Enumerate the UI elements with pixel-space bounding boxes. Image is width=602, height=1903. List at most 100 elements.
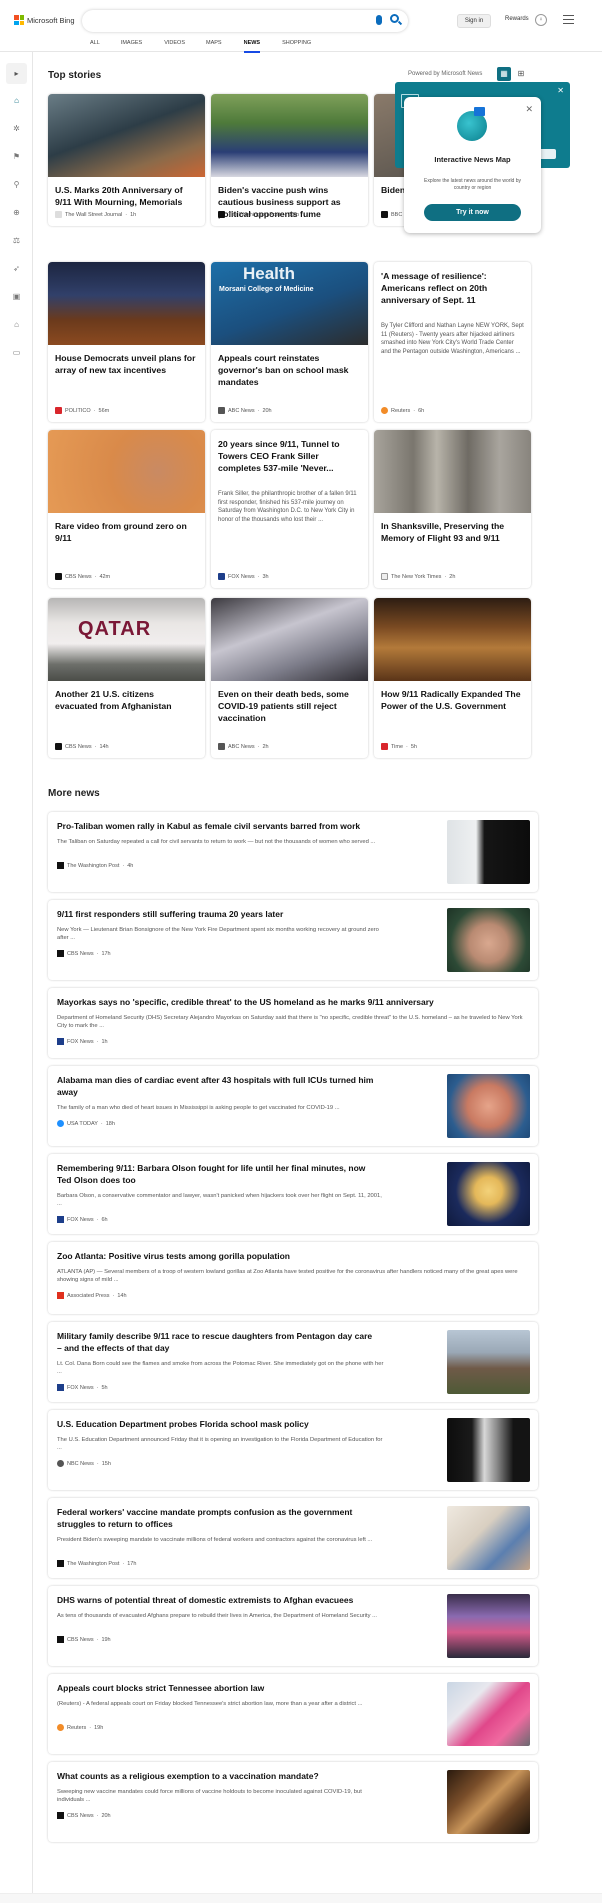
story-headline[interactable]: Even on their death beds, some COVID-19 … [218,688,361,724]
story-card[interactable]: How 9/11 Radically Expanded The Power of… [374,598,531,758]
tab-shopping[interactable]: SHOPPING [282,40,311,52]
news-item[interactable]: 9/11 first responders still suffering tr… [48,900,538,980]
search-input[interactable] [82,10,408,32]
tab-images[interactable]: IMAGES [121,40,142,52]
search-icon[interactable] [390,14,399,23]
news-headline[interactable]: Alabama man dies of cardiac event after … [57,1074,377,1098]
source-logo-icon [57,1460,64,1467]
tab-maps[interactable]: MAPS [206,40,222,52]
news-item[interactable]: Federal workers' vaccine mandate prompts… [48,1498,538,1578]
news-thumbnail[interactable] [447,1162,530,1226]
rewards-link[interactable]: Rewards [505,16,529,22]
news-thumbnail[interactable] [447,1682,530,1746]
story-headline[interactable]: Rare video from ground zero on 9/11 [55,520,198,544]
news-thumbnail[interactable] [447,1330,530,1394]
tab-videos[interactable]: VIDEOS [164,40,185,52]
powered-by-label: Powered by Microsoft News [408,71,483,77]
section-title-more-news: More news [48,788,100,799]
news-headline[interactable]: Mayorkas says no 'specific, credible thr… [57,996,527,1008]
source-logo-icon [218,743,225,750]
story-card[interactable]: 'A message of resilience': Americans ref… [374,262,531,422]
flag-icon[interactable]: ⚑ [12,152,21,161]
menu-icon[interactable] [563,15,574,24]
story-card[interactable]: 20 years since 9/11, Tunnel to Towers CE… [211,430,368,588]
story-headline[interactable]: In Shanksville, Preserving the Memory of… [381,520,524,544]
home-icon[interactable]: ⌂ [12,96,21,105]
story-headline[interactable]: U.S. Marks 20th Anniversary of 9/11 With… [55,184,198,208]
story-card[interactable]: House Democrats unveil plans for array o… [48,262,205,422]
news-headline[interactable]: Zoo Atlanta: Positive virus tests among … [57,1250,527,1262]
story-card[interactable]: Health Morsani College of Medicine Appea… [211,262,368,422]
grid-view-icon[interactable]: ▦ [497,67,511,81]
story-source: POLITICO · 56m [55,407,109,414]
bing-logo[interactable]: Microsoft Bing [14,15,75,25]
news-source: USA TODAY · 18h [57,1120,115,1127]
news-thumbnail[interactable] [447,1594,530,1658]
story-headline[interactable]: Another 21 U.S. citizens evacuated from … [55,688,198,712]
news-headline[interactable]: Remembering 9/11: Barbara Olson fought f… [57,1162,377,1186]
story-headline[interactable]: House Democrats unveil plans for array o… [55,352,198,376]
news-thumbnail[interactable] [447,1770,530,1834]
story-image: QATAR [48,598,205,681]
story-headline[interactable]: Appeals court reinstates governor's ban … [218,352,361,388]
news-item[interactable]: Pro-Taliban women rally in Kabul as fema… [48,812,538,892]
story-source: CBS News · 42m [55,573,110,580]
news-item[interactable]: Remembering 9/11: Barbara Olson fought f… [48,1154,538,1234]
news-headline[interactable]: Military family describe 9/11 race to re… [57,1330,377,1354]
entertainment-icon[interactable]: ▣ [12,292,21,301]
news-item[interactable]: What counts as a religious exemption to … [48,1762,538,1842]
news-item[interactable]: DHS warns of potential threat of domesti… [48,1586,538,1666]
expand-rail-icon[interactable]: ▸ [6,63,27,84]
signin-button[interactable]: Sign in [457,14,491,28]
news-thumbnail[interactable] [447,820,530,884]
story-source: FOX News · 3h [218,573,269,580]
news-item[interactable]: Mayorkas says no 'specific, credible thr… [48,988,538,1058]
story-card[interactable]: In Shanksville, Preserving the Memory of… [374,430,531,588]
news-item[interactable]: U.S. Education Department probes Florida… [48,1410,538,1490]
story-card[interactable]: U.S. Marks 20th Anniversary of 9/11 With… [48,94,205,226]
news-item[interactable]: Military family describe 9/11 race to re… [48,1322,538,1402]
story-card[interactable]: Even on their death beds, some COVID-19 … [211,598,368,758]
politics-icon[interactable]: ⚖ [12,236,21,245]
story-card[interactable]: Biden's vaccine push wins cautious busin… [211,94,368,226]
close-icon[interactable]: ✕ [525,104,533,115]
news-source: The Washington Post · 17h [57,1560,136,1567]
header: Microsoft Bing Sign in Rewards ♀ ALL IMA… [0,0,602,53]
coronavirus-icon[interactable]: ✲ [12,124,21,133]
news-thumbnail[interactable] [447,1506,530,1570]
news-item[interactable]: Alabama man dies of cardiac event after … [48,1066,538,1146]
news-headline[interactable]: What counts as a religious exemption to … [57,1770,377,1782]
bank-icon[interactable]: ⌂ [12,320,21,329]
news-thumbnail[interactable] [447,1074,530,1138]
news-item[interactable]: Appeals court blocks strict Tennessee ab… [48,1674,538,1754]
story-source: ABC News · 20h [218,407,272,414]
try-it-now-button[interactable]: Try it now [424,204,521,221]
map-view-icon[interactable]: ⊞ [514,67,528,81]
tab-news[interactable]: NEWS [243,40,260,53]
story-card[interactable]: QATAR Another 21 U.S. citizens evacuated… [48,598,205,758]
story-headline[interactable]: How 9/11 Radically Expanded The Power of… [381,688,524,712]
news-headline[interactable]: U.S. Education Department probes Florida… [57,1418,377,1430]
news-headline[interactable]: Federal workers' vaccine mandate prompts… [57,1506,377,1530]
story-card[interactable]: Rare video from ground zero on 9/11 CBS … [48,430,205,588]
news-headline[interactable]: DHS warns of potential threat of domesti… [57,1594,377,1606]
story-headline[interactable]: 'A message of resilience': Americans ref… [381,270,524,306]
story-source: CBS News · 14h [55,743,109,750]
location-pin-icon[interactable]: ⚲ [12,180,21,189]
news-thumbnail[interactable] [447,1418,530,1482]
globe-icon[interactable]: ⊕ [12,208,21,217]
news-thumbnail[interactable] [447,908,530,972]
trophy-icon[interactable]: ♀ [535,14,547,26]
news-item[interactable]: Zoo Atlanta: Positive virus tests among … [48,1242,538,1314]
card-icon[interactable]: ▭ [12,348,21,357]
source-logo-icon [381,743,388,750]
story-headline[interactable]: 20 years since 9/11, Tunnel to Towers CE… [218,438,361,474]
tab-all[interactable]: ALL [90,40,100,52]
rocket-icon[interactable]: ➶ [12,264,21,273]
news-headline[interactable]: Appeals court blocks strict Tennessee ab… [57,1682,377,1694]
microphone-icon[interactable] [376,15,382,25]
news-headline[interactable]: 9/11 first responders still suffering tr… [57,908,377,920]
news-headline[interactable]: Pro-Taliban women rally in Kabul as fema… [57,820,377,832]
close-icon[interactable]: ✕ [557,86,564,95]
story-image [211,598,368,681]
